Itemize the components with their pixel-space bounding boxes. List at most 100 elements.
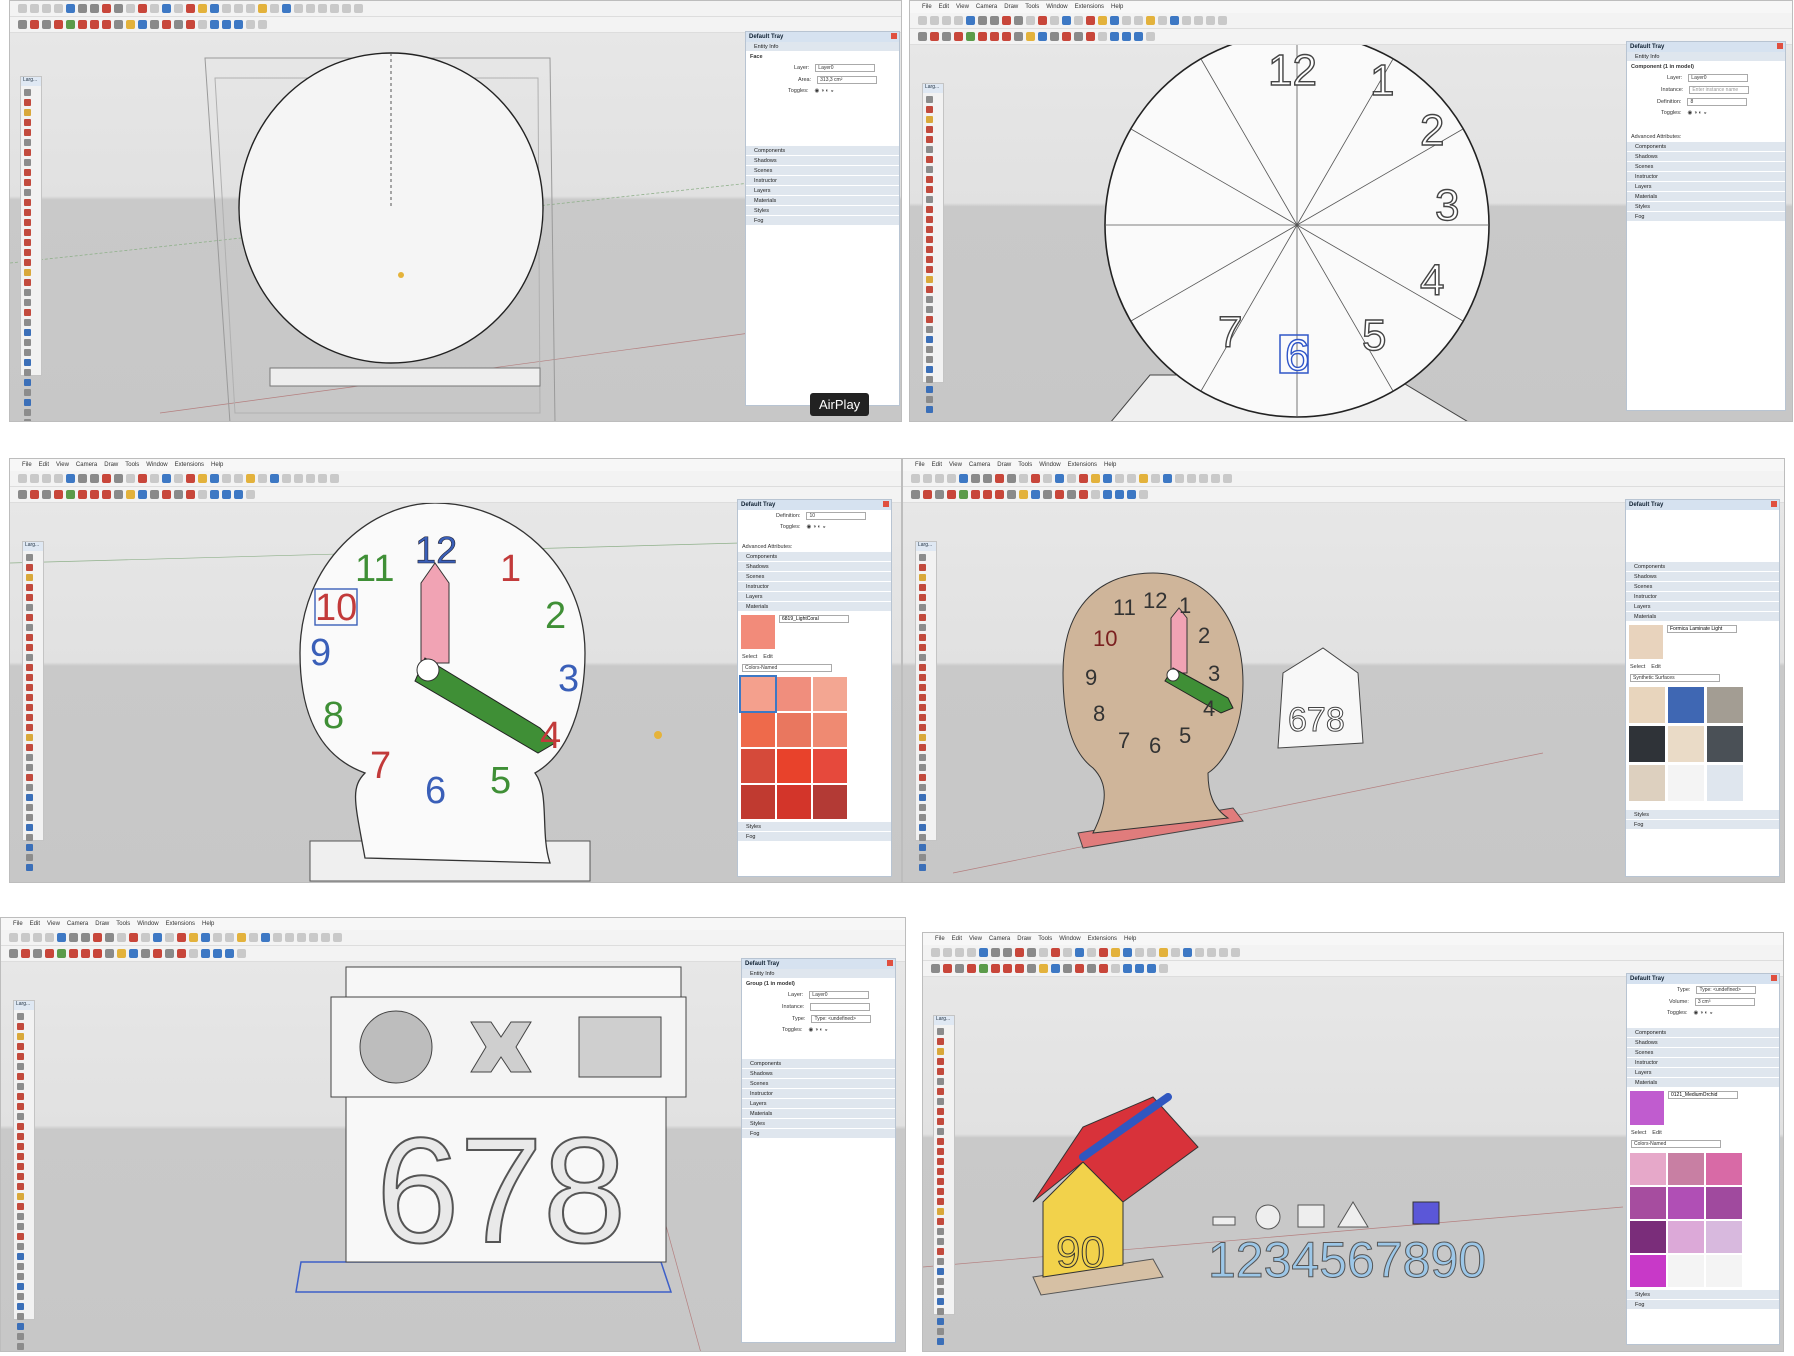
section-components[interactable]: Components [738, 552, 891, 562]
airplay-badge[interactable]: AirPlay [810, 393, 870, 416]
section-shadows[interactable]: Shadows [1627, 152, 1785, 162]
section-styles[interactable]: Styles [738, 822, 891, 832]
section-layers[interactable]: Layers [746, 186, 899, 196]
default-tray[interactable]: Default Tray Definition: 10 Toggles: ◉ ◑ ◐… [737, 499, 892, 877]
layer-select[interactable]: Layer0 [1688, 74, 1749, 82]
menu-bar[interactable]: File Edit View Camera Draw Tools Window Extensi… [1, 918, 905, 930]
library-select[interactable]: Synthetic Surfaces [1630, 674, 1720, 682]
section-instructor[interactable]: Instructor [1627, 172, 1785, 182]
section-materials[interactable]: Materials [746, 196, 899, 206]
library-select[interactable]: Colors-Named [742, 664, 832, 672]
section-materials[interactable]: Materials [1626, 612, 1779, 622]
section-styles[interactable]: Styles [1627, 1290, 1779, 1300]
section-fog[interactable]: Fog [1626, 820, 1779, 830]
toolbar-row-1[interactable] [910, 13, 1792, 29]
tab-edit[interactable]: Edit [1652, 1130, 1661, 1136]
section-layers[interactable]: Layers [738, 592, 891, 602]
section-fog[interactable]: Fog [746, 216, 899, 226]
section-instructor[interactable]: Instructor [738, 582, 891, 592]
toggle-icons[interactable]: ◉ ◑ ◐ ◒ [1694, 1010, 1713, 1016]
tab-select[interactable]: Select [742, 654, 757, 660]
large-toolset[interactable]: Larg... [933, 1015, 955, 1345]
instance-input[interactable]: Enter instance name [1689, 86, 1750, 94]
default-tray[interactable]: Default Tray Type: Type: <undefined> Volu… [1626, 973, 1780, 1345]
close-icon[interactable] [887, 960, 893, 966]
section-instructor[interactable]: Instructor [746, 176, 899, 186]
menu-bar[interactable]: File Edit View Camera Draw Tools Window Extensi… [923, 933, 1783, 945]
menu-bar[interactable]: File Edit View Camera Draw Tools Window Extensi… [10, 459, 901, 471]
section-fog[interactable]: Fog [1627, 212, 1785, 222]
material-name-input[interactable]: 0121_MediumOrchid [1668, 1091, 1738, 1099]
swatch-grid[interactable] [1626, 684, 1779, 804]
section-layers[interactable]: Layers [1627, 1068, 1779, 1078]
section-entity-info[interactable]: Entity Info [1627, 52, 1785, 62]
library-select[interactable]: Colors-Named [1631, 1140, 1721, 1148]
advanced-attributes[interactable]: Advanced Attributes: [738, 542, 891, 552]
close-icon[interactable] [1777, 43, 1783, 49]
large-toolset[interactable]: Larg... [922, 83, 944, 413]
section-instructor[interactable]: Instructor [742, 1089, 895, 1099]
section-shadows[interactable]: Shadows [742, 1069, 895, 1079]
section-shadows[interactable]: Shadows [1627, 1038, 1779, 1048]
section-components[interactable]: Components [1627, 1028, 1779, 1038]
section-layers[interactable]: Layers [1626, 602, 1779, 612]
section-layers[interactable]: Layers [742, 1099, 895, 1109]
type-select[interactable]: Type: <undefined> [1696, 986, 1757, 994]
toolbar-row-1[interactable] [10, 1, 901, 17]
section-scenes[interactable]: Scenes [742, 1079, 895, 1089]
large-toolset[interactable]: Larg... [20, 76, 42, 421]
section-components[interactable]: Components [1627, 142, 1785, 152]
section-entity-info[interactable]: Entity Info [742, 969, 895, 979]
section-scenes[interactable]: Scenes [1627, 1048, 1779, 1058]
definition-input[interactable]: 8 [1687, 98, 1748, 106]
section-materials[interactable]: Materials [738, 602, 891, 612]
section-shadows[interactable]: Shadows [746, 156, 899, 166]
default-tray[interactable]: Default Tray Entity Info Group (1 in mod… [741, 958, 896, 1343]
toggle-icons[interactable]: ◉ ◑ ◐ ◒ [807, 524, 826, 530]
instance-input[interactable] [810, 1003, 871, 1011]
section-shadows[interactable]: Shadows [738, 562, 891, 572]
section-layers[interactable]: Layers [1627, 182, 1785, 192]
layer-select[interactable]: Layer0 [815, 64, 876, 72]
default-tray[interactable]: Default Tray Components Shadows Scenes I… [1625, 499, 1780, 877]
section-styles[interactable]: Styles [746, 206, 899, 216]
section-instructor[interactable]: Instructor [1626, 592, 1779, 602]
menu-bar[interactable]: File Edit View Camera Draw Tools Window Extensi… [903, 459, 1784, 471]
section-styles[interactable]: Styles [1626, 810, 1779, 820]
default-tray[interactable]: Default Tray Entity Info Component (1 in… [1626, 41, 1786, 411]
section-styles[interactable]: Styles [1627, 202, 1785, 212]
toolbar-row-1[interactable] [10, 471, 901, 487]
large-toolset[interactable]: Larg... [13, 1000, 35, 1350]
section-entity-info[interactable]: Entity Info [746, 42, 899, 52]
section-materials[interactable]: Materials [1627, 1078, 1779, 1088]
definition-input[interactable]: 10 [806, 512, 867, 520]
section-scenes[interactable]: Scenes [1626, 582, 1779, 592]
menu-bar[interactable]: File Edit View Camera Draw Tools Window Extensi… [910, 1, 1792, 13]
swatch-grid[interactable] [1627, 1150, 1779, 1290]
toggle-icons[interactable]: ◉ ◑ ◐ ◒ [809, 1027, 828, 1033]
default-tray[interactable]: Default Tray Entity Info Face Layer: Laye… [745, 31, 900, 406]
tab-edit[interactable]: Edit [1651, 664, 1660, 670]
toggle-icons[interactable]: ◉ ◑ ◐ ◒ [815, 88, 834, 94]
type-select[interactable]: Type: <undefined> [811, 1015, 872, 1023]
section-scenes[interactable]: Scenes [746, 166, 899, 176]
section-instructor[interactable]: Instructor [1627, 1058, 1779, 1068]
toolbar-row-1[interactable] [923, 945, 1783, 961]
section-fog[interactable]: Fog [742, 1129, 895, 1139]
section-materials[interactable]: Materials [1627, 192, 1785, 202]
close-icon[interactable] [883, 501, 889, 507]
section-scenes[interactable]: Scenes [1627, 162, 1785, 172]
toolbar-row-1[interactable] [903, 471, 1784, 487]
advanced-attributes[interactable]: Advanced Attributes: [1627, 132, 1785, 142]
toggle-icons[interactable]: ◉ ◑ ◐ ◒ [1688, 110, 1707, 116]
tab-edit[interactable]: Edit [763, 654, 772, 660]
material-name-input[interactable]: Formica Laminate Light [1667, 625, 1737, 633]
tab-select[interactable]: Select [1630, 664, 1645, 670]
section-materials[interactable]: Materials [742, 1109, 895, 1119]
section-components[interactable]: Components [746, 146, 899, 156]
section-components[interactable]: Components [742, 1059, 895, 1069]
section-fog[interactable]: Fog [1627, 1300, 1779, 1310]
section-fog[interactable]: Fog [738, 832, 891, 842]
layer-select[interactable]: Layer0 [809, 991, 870, 999]
tab-select[interactable]: Select [1631, 1130, 1646, 1136]
